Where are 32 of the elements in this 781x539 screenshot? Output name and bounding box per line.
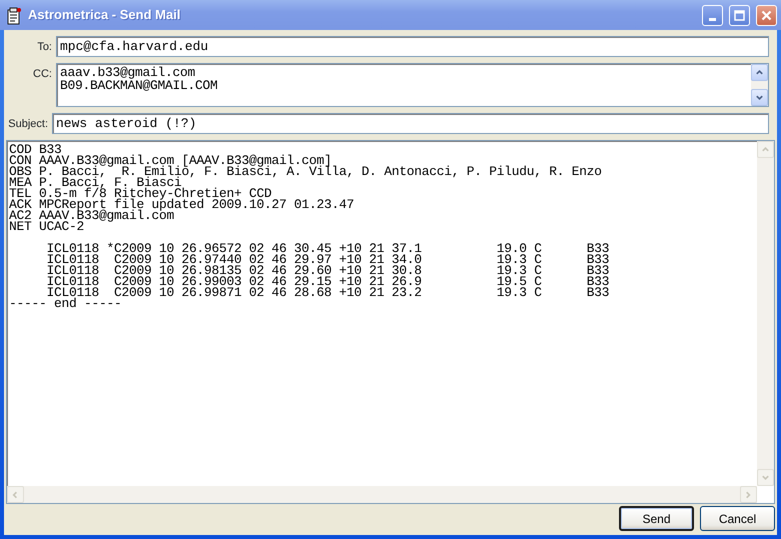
maximize-button[interactable] — [729, 4, 750, 26]
text-line: TEL 0.5-m f/8 Ritchey-Chretien+ CCD — [9, 188, 272, 199]
cc-field[interactable]: aaav.b33@gmail.com B09.BACKMAN@GMAIL.COM — [56, 63, 769, 107]
text-line: MEA P. Bacci, F. Biasci — [9, 177, 182, 188]
close-icon — [761, 10, 772, 20]
text-line: CON AAAV.B33@gmail.com [AAAV.B33@gmail.com] — [9, 155, 332, 166]
window-title: Astrometrica - Send Mail — [28, 6, 182, 24]
text-line: NET UCAC-2 — [9, 221, 84, 232]
field-label: CC: — [32, 67, 52, 82]
app-icon — [6, 5, 22, 25]
text-line: ----- end ----- — [9, 298, 122, 309]
close-button[interactable] — [756, 4, 777, 26]
subject-field[interactable]: news asteroid (!?) — [52, 113, 769, 134]
dialog-button[interactable]: Cancel — [700, 506, 775, 531]
text-line: ICL0118 *C2009 10 26.96572 02 46 30.45 +10 21 37.1 19.0 C B33 — [46, 243, 610, 254]
to-field[interactable]: mpc@cfa.harvard.edu — [56, 36, 769, 57]
field-label: Subject: — [7, 117, 48, 132]
text-line: ACK MPCReport file updated 2009.10.27 01.23.47 — [9, 199, 356, 210]
text-line: OBS P. Bacci, R. Emilio, F. Biasci, A. Villa, D. Antonacci, P. Piludu, R. Enzo — [9, 166, 603, 177]
text-line: ICL0118 C2009 10 26.98135 02 46 29.60 +10 21 30.8 19.3 C B33 — [46, 265, 610, 276]
text-line: aaav.b33@gmail.com — [60, 66, 196, 79]
text-line: ICL0118 C2009 10 26.99003 02 46 29.15 +10 21 26.9 19.5 C B33 — [46, 276, 610, 287]
text-line: B09.BACKMAN@GMAIL.COM — [60, 79, 219, 92]
maximize-icon — [734, 10, 745, 20]
text-line: ICL0118 C2009 10 26.97440 02 46 29.97 +10 21 34.0 19.3 C B33 — [46, 254, 610, 265]
minimize-button[interactable] — [702, 4, 723, 26]
text-line: COD B33 — [9, 144, 62, 155]
text-line: ICL0118 C2009 10 26.99871 02 46 28.68 +10 21 23.2 19.3 C B33 — [46, 287, 610, 298]
text-line: AC2 AAAV.B33@gmail.com — [9, 210, 174, 221]
field-label: To: — [36, 40, 52, 55]
minimize-icon — [709, 18, 716, 20]
dialog-button[interactable]: Send — [619, 506, 694, 531]
